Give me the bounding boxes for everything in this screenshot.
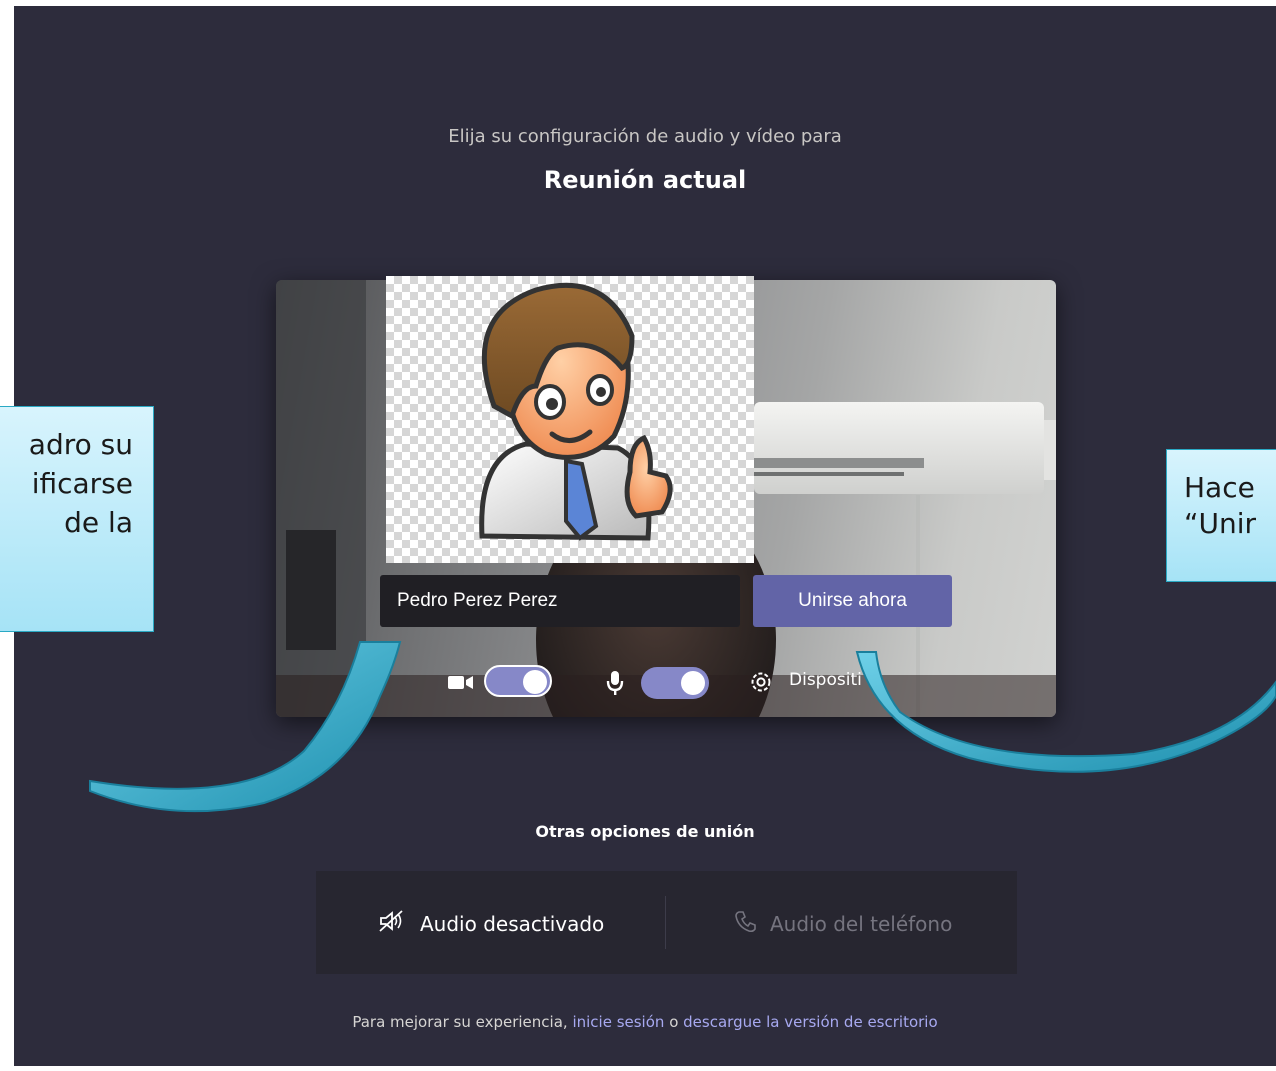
right-callout-arrow [855, 651, 1276, 773]
right-annotation-callout: Hace “Unir [1166, 449, 1276, 582]
left-callout-line-2: ificarse [31, 467, 133, 500]
left-callout-arrow [89, 641, 402, 813]
left-annotation-callout: adro su ificarse de la [0, 406, 154, 632]
left-callout-line-1: adro su [28, 428, 133, 461]
callout-arrows [89, 641, 1276, 813]
right-callout-line-2: “Unir [1184, 507, 1257, 540]
left-callout-line-3: de la [64, 506, 133, 539]
prejoin-screen: Elija su configuración de audio y vídeo … [14, 6, 1276, 1066]
right-callout-line-1: Hace [1184, 471, 1255, 504]
